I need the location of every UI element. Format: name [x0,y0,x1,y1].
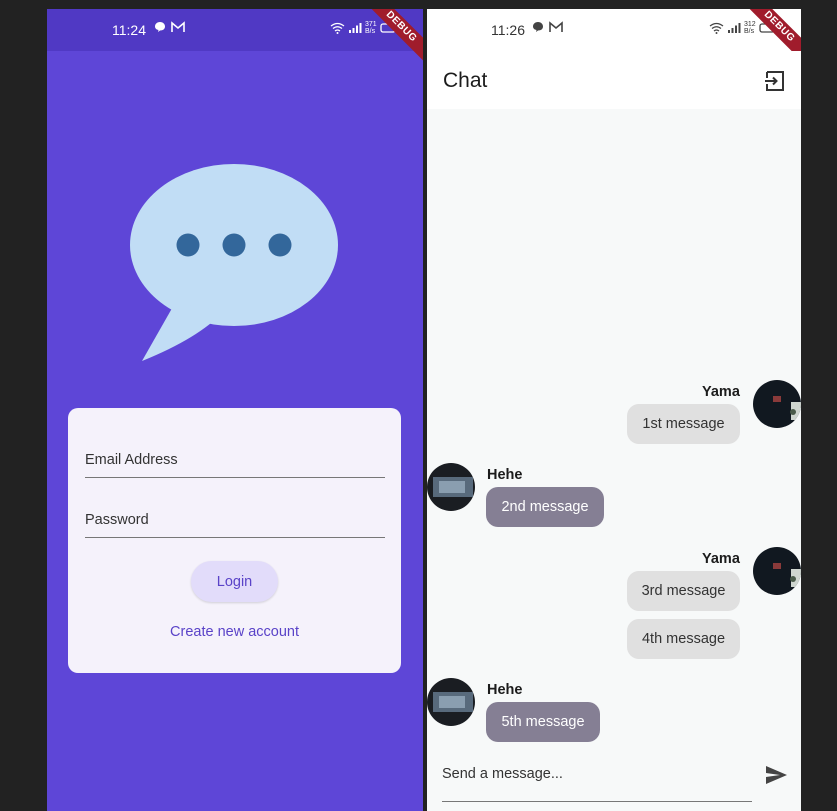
chat-notification-icon [533,22,543,32]
avatar[interactable] [753,380,801,428]
network-speed: 371 B/s [365,21,377,35]
message-bubble: 5th message [486,702,600,742]
notification-icons [154,21,186,33]
message-sender: Yama [702,551,740,567]
page-title: Chat [443,69,488,92]
chat-bubble-logo [130,164,338,361]
status-bar: 11:24 371 B/s [47,9,423,51]
avatar-image [753,547,801,595]
signal-icon [349,23,362,33]
login-button[interactable]: Login [191,561,278,602]
status-time: 11:26 [491,22,525,38]
chat-notification-icon [155,22,165,32]
avatar-image [427,463,475,511]
avatar[interactable] [427,678,475,726]
login-screen: 11:24 371 B/s DEBUG Email Address Passwo… [47,9,423,811]
message-bubble: 2nd message [486,487,604,527]
message-bubble: 4th message [627,619,740,659]
signal-icon [728,23,741,33]
password-label: Password [85,512,149,528]
message-input[interactable] [442,754,752,794]
create-account-link[interactable]: Create new account [68,624,401,640]
message-sender: Hehe [487,682,523,698]
message-bubble: 1st message [627,404,740,444]
wifi-icon [330,22,345,34]
avatar[interactable] [427,463,475,511]
message-sender: Yama [702,384,740,400]
send-icon[interactable] [764,763,788,787]
status-bar: 11:26 312 B/s [427,9,801,51]
notification-icons [532,21,564,33]
chat-screen: 11:26 312 B/s DEBUG Chat Yama 1st messag… [427,9,801,811]
message-bubble: 3rd message [627,571,740,611]
logout-icon[interactable] [763,69,787,93]
avatar-image [753,380,801,428]
message-sender: Hehe [487,467,523,483]
login-card: Email Address Password Login Create new … [68,408,401,673]
avatar-image [427,678,475,726]
email-label: Email Address [85,452,178,468]
logo-dot [222,233,246,257]
app-bar: Chat [427,51,801,109]
network-speed: 312 B/s [744,21,756,35]
logo-dot [268,233,292,257]
status-time: 11:24 [112,22,146,38]
email-field[interactable]: Email Address [85,446,385,478]
gmail-icon [549,21,563,32]
avatar[interactable] [753,547,801,595]
logo-dot [176,233,200,257]
password-field[interactable]: Password [85,506,385,538]
message-composer [442,754,752,802]
gmail-icon [171,21,185,32]
wifi-icon [709,22,724,34]
